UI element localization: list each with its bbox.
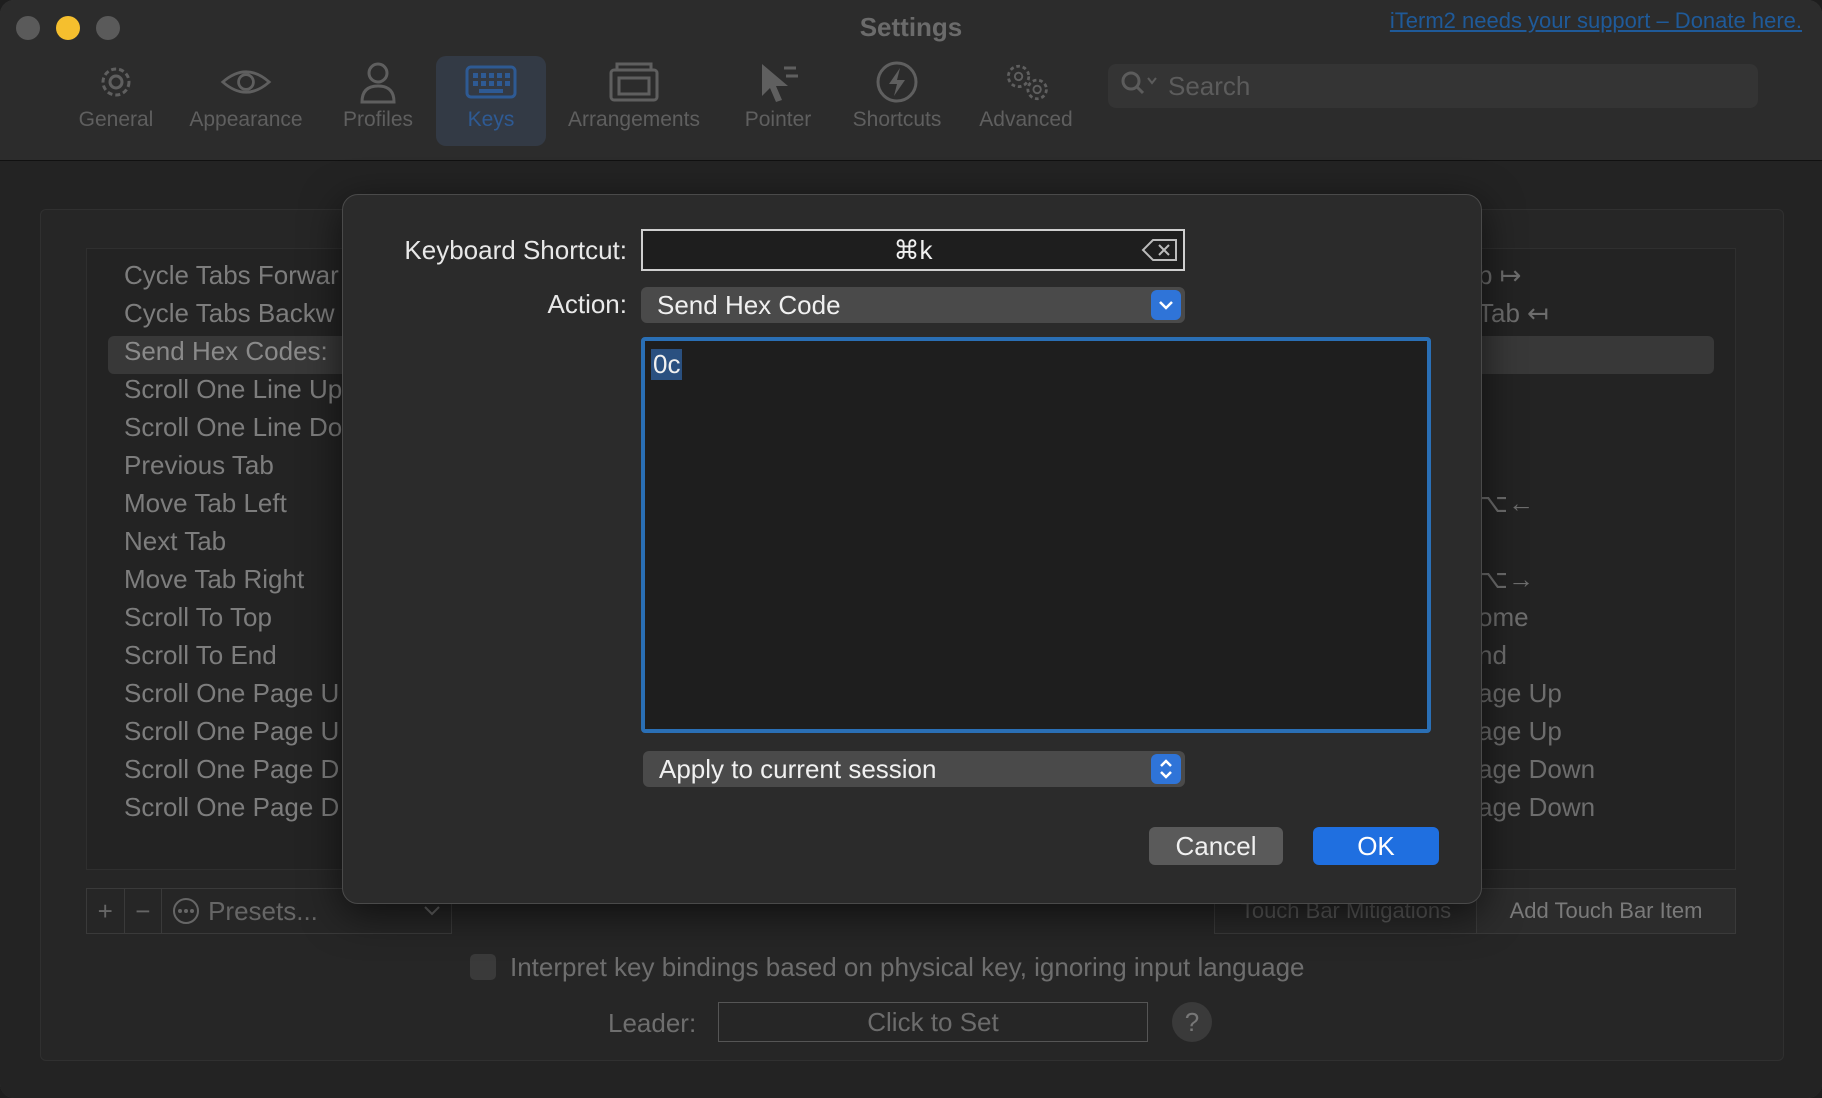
binding-row-action: age Up	[1478, 678, 1562, 708]
cancel-button[interactable]: Cancel	[1149, 827, 1283, 865]
action-value: Send Hex Code	[657, 290, 841, 320]
tab-profiles[interactable]: Profiles	[330, 56, 426, 146]
binding-row-label[interactable]: Cycle Tabs Backw	[124, 298, 335, 336]
presets-label: Presets...	[208, 895, 318, 926]
binding-row-action: ⌥←	[1478, 488, 1534, 518]
apply-scope-select[interactable]: Apply to current session	[643, 751, 1185, 787]
shortcut-label: Keyboard Shortcut:	[404, 235, 627, 265]
donate-link[interactable]: iTerm2 needs your support – Donate here.	[1390, 8, 1802, 34]
binding-row-label[interactable]: Scroll One Page U	[124, 678, 339, 716]
binding-row-label[interactable]: Next Tab	[124, 526, 226, 564]
binding-row-action: nd	[1478, 640, 1507, 670]
binding-row-label[interactable]: Previous Tab	[124, 450, 274, 488]
leader-key-field[interactable]: Click to Set	[718, 1002, 1148, 1042]
binding-row-action: Tab ↤	[1478, 298, 1549, 328]
tab-keys[interactable]: Keys	[436, 56, 546, 146]
remove-binding-button[interactable]: −	[125, 889, 163, 933]
binding-row-label[interactable]: Scroll One Page D	[124, 792, 339, 830]
tab-keys-label: Keys	[467, 108, 515, 131]
ellipsis-circle-icon	[173, 898, 200, 924]
tab-advanced-label: Advanced	[979, 108, 1073, 131]
binding-row-action: ome	[1478, 602, 1529, 632]
ok-button[interactable]: OK	[1313, 827, 1439, 865]
add-touch-bar-item-button[interactable]: Add Touch Bar Item	[1476, 888, 1736, 934]
binding-row-action: age Down	[1478, 792, 1596, 822]
binding-row-action: age Up	[1478, 716, 1562, 746]
binding-row-action: ⌥→	[1478, 564, 1534, 594]
binding-row-label[interactable]: Scroll One Line Do	[124, 412, 342, 450]
person-icon	[352, 56, 404, 108]
add-binding-button[interactable]: +	[87, 889, 125, 933]
up-down-chevron-icon	[1151, 754, 1181, 784]
gear-icon	[90, 56, 142, 108]
bolt-icon	[871, 56, 923, 108]
binding-row-label[interactable]: Send Hex Codes:	[124, 336, 328, 374]
edit-key-binding-dialog: Keyboard Shortcut: ⌘k Action: Send Hex C…	[342, 194, 1482, 904]
tab-shortcuts-label: Shortcuts	[852, 108, 942, 131]
keyboard-shortcut-field[interactable]: ⌘k	[641, 229, 1185, 271]
chevron-down-icon	[424, 906, 440, 916]
hex-code-value: 0c	[651, 349, 683, 380]
physical-key-checkbox[interactable]	[470, 954, 496, 980]
hex-code-textarea[interactable]: 0c	[641, 337, 1431, 733]
clear-shortcut-icon[interactable]	[1141, 237, 1179, 263]
binding-row-label[interactable]: Move Tab Right	[124, 564, 304, 602]
tab-general-label: General	[78, 108, 154, 131]
binding-row-action: b ↦	[1478, 260, 1522, 290]
tab-arrangements-label: Arrangements	[568, 108, 700, 131]
help-button[interactable]: ?	[1172, 1002, 1212, 1042]
apply-scope-value: Apply to current session	[659, 754, 937, 784]
binding-row-label[interactable]: Scroll One Page U	[124, 716, 339, 754]
tab-pointer[interactable]: Pointer	[730, 56, 826, 146]
tab-profiles-label: Profiles	[342, 108, 414, 131]
keyboard-icon	[465, 56, 517, 108]
search-placeholder: Search	[1168, 70, 1251, 101]
eye-icon	[220, 56, 272, 108]
tab-general[interactable]: General	[68, 56, 164, 146]
action-label: Action:	[547, 289, 628, 319]
windows-icon	[608, 56, 660, 108]
search-field[interactable]: Search	[1108, 64, 1758, 108]
binding-row-label[interactable]: Cycle Tabs Forwar	[124, 260, 339, 298]
binding-row-action: age Down	[1478, 754, 1596, 784]
physical-key-label: Interpret key bindings based on physical…	[510, 952, 1305, 982]
binding-row-label[interactable]: Move Tab Left	[124, 488, 287, 526]
binding-row-label[interactable]: Scroll To Top	[124, 602, 272, 640]
tab-advanced[interactable]: Advanced	[968, 56, 1084, 146]
binding-row-label[interactable]: Scroll One Line Up	[124, 374, 342, 412]
settings-window: Settings iTerm2 needs your support – Don…	[0, 0, 1822, 1098]
tab-shortcuts[interactable]: Shortcuts	[840, 56, 954, 146]
search-icon	[1120, 70, 1160, 103]
binding-row-label[interactable]: Scroll To End	[124, 640, 277, 678]
tab-appearance[interactable]: Appearance	[180, 56, 312, 146]
tab-arrangements[interactable]: Arrangements	[560, 56, 708, 146]
binding-row-label[interactable]: Scroll One Page D	[124, 754, 339, 792]
pointer-icon	[752, 56, 804, 108]
leader-label: Leader:	[608, 1008, 697, 1038]
shortcut-value: ⌘k	[893, 235, 933, 265]
action-select[interactable]: Send Hex Code	[641, 287, 1185, 323]
title-bar: Settings iTerm2 needs your support – Don…	[0, 0, 1822, 161]
chevron-down-icon	[1151, 290, 1181, 320]
gears-icon	[1000, 56, 1052, 108]
tab-appearance-label: Appearance	[189, 108, 303, 131]
tab-pointer-label: Pointer	[744, 108, 812, 131]
